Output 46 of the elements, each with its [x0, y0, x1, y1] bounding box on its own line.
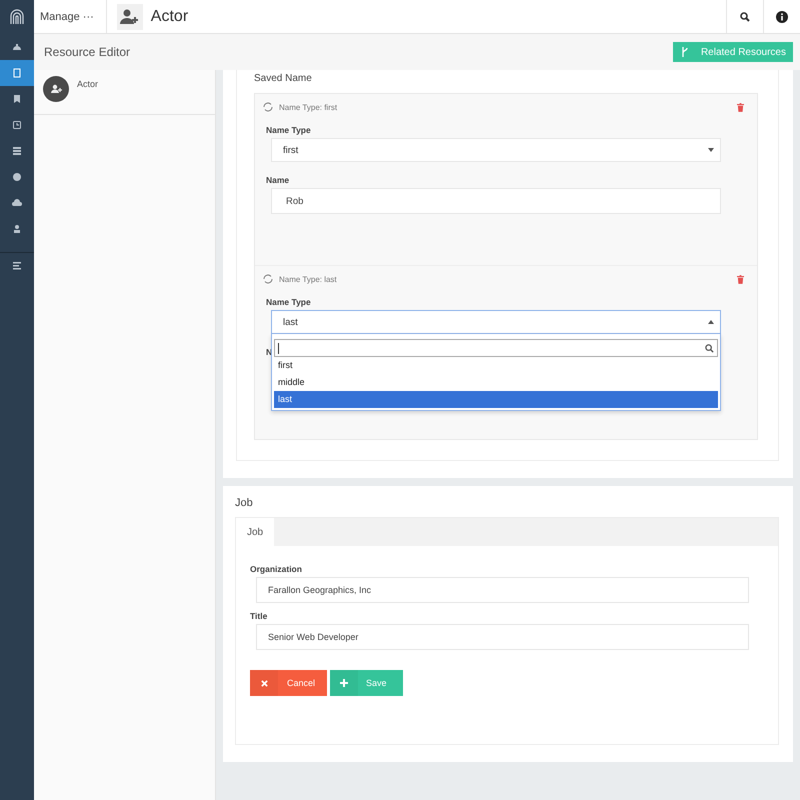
- clock-icon: [12, 120, 22, 130]
- field-label: Name Type: [266, 297, 312, 307]
- lines-icon: [12, 261, 22, 271]
- field-label: Name Type: [266, 125, 312, 135]
- text-input[interactable]: Farallon Geographics, Inc: [256, 577, 749, 603]
- cloud-icon: [12, 198, 22, 208]
- arch-logo-icon: [10, 9, 24, 25]
- close-icon: [260, 680, 268, 686]
- refresh-icon: [263, 102, 273, 112]
- trash-icon[interactable]: [737, 274, 744, 284]
- section-title: Resource Editor: [44, 45, 130, 59]
- caret-icon: [708, 148, 714, 152]
- add-person-avatar-icon: [43, 76, 69, 102]
- dropdown-option[interactable]: last: [274, 391, 718, 408]
- trash-icon[interactable]: [737, 102, 744, 112]
- field-label: Title: [250, 611, 268, 621]
- bookmark-icon: [12, 94, 22, 104]
- select-field[interactable]: last: [271, 310, 721, 334]
- search-icon: [705, 344, 714, 352]
- plus-icon: [340, 679, 348, 687]
- section-heading: Saved Name: [254, 72, 313, 86]
- tablet-icon: [12, 68, 22, 78]
- field-label: Name: [266, 175, 290, 185]
- dropdown-option[interactable]: middle: [274, 374, 718, 391]
- caret-icon: [708, 320, 714, 324]
- branch-icon: [680, 47, 689, 57]
- entry-heading: Name Type: first: [279, 102, 338, 112]
- manage-menu[interactable]: Manage ···: [34, 0, 107, 33]
- search-field[interactable]: [274, 339, 718, 357]
- section-heading: Job: [235, 497, 254, 509]
- name-input[interactable]: Rob: [271, 188, 721, 214]
- dropdown-option[interactable]: first: [274, 357, 718, 374]
- add-person-icon: [120, 8, 140, 24]
- search-icon: [740, 12, 750, 22]
- list-icon: [12, 146, 22, 156]
- info-icon: [776, 10, 788, 22]
- nav-item[interactable]: [0, 60, 34, 86]
- text-input[interactable]: Senior Web Developer: [256, 624, 749, 650]
- add-person-button[interactable]: [116, 4, 143, 30]
- entry-heading: Name Type: last: [279, 274, 337, 284]
- refresh-icon: [263, 274, 273, 284]
- field-label: Organization: [250, 564, 303, 574]
- tab[interactable]: Job: [236, 518, 274, 546]
- page-title: Actor: [150, 8, 188, 26]
- select-field[interactable]: first: [271, 138, 721, 162]
- person-icon: [12, 224, 22, 234]
